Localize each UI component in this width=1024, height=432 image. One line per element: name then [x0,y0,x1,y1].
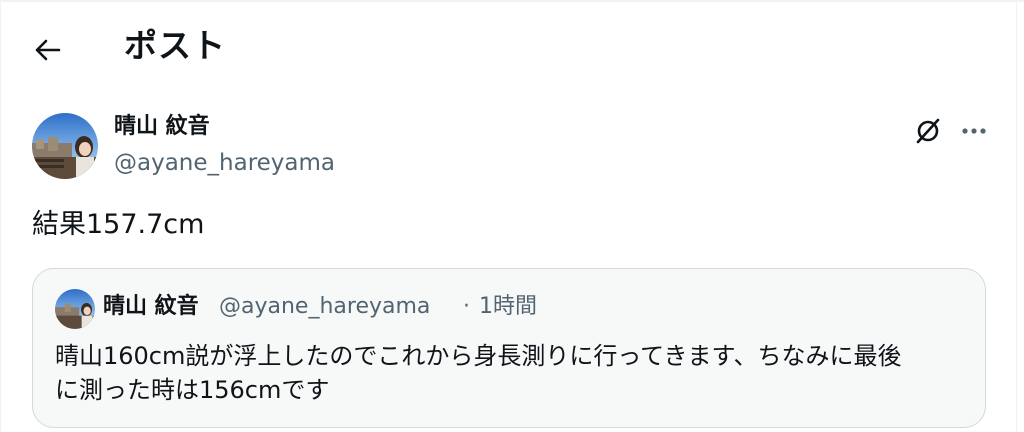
quoted-avatar [55,289,95,329]
grok-button[interactable] [908,114,948,148]
header: ポスト [0,2,1016,90]
quoted-separator: · [463,294,470,319]
quoted-text-line: 晴山160cm説が浮上したのでこれから身長測りに行ってきます、ちなみに最後 [55,342,902,370]
avatar-photo [55,289,95,329]
quoted-text: 晴山160cm説が浮上したのでこれから身長測りに行ってきます、ちなみに最後 に測… [55,339,965,407]
more-icon [962,128,986,134]
post-detail-page: ポスト 晴山 紋音 @ayane_hareyama 結果157.7cm 晴山 紋… [0,0,1024,432]
back-button[interactable] [28,30,68,70]
quoted-handle: @ayane_hareyama [219,294,431,319]
right-border [1016,0,1017,432]
quoted-text-line: に測った時は156cmです [55,376,330,404]
post-author-row: 晴山 紋音 @ayane_hareyama [0,100,1016,190]
arrow-left-icon [35,39,61,61]
grok-icon [916,118,940,144]
more-button[interactable] [954,114,994,148]
quoted-display-name: 晴山 紋音 [103,294,199,319]
quoted-post[interactable]: 晴山 紋音 @ayane_hareyama · 1時間 晴山160cm説が浮上し… [32,268,986,428]
avatar-photo [32,113,98,179]
author-display-name[interactable]: 晴山 紋音 [114,112,210,142]
quoted-timestamp[interactable]: 1時間 [479,291,537,323]
post-text: 結果157.7cm [32,209,205,240]
page-title: ポスト [124,26,226,65]
avatar[interactable] [32,113,98,179]
author-handle[interactable]: @ayane_hareyama [114,148,335,178]
